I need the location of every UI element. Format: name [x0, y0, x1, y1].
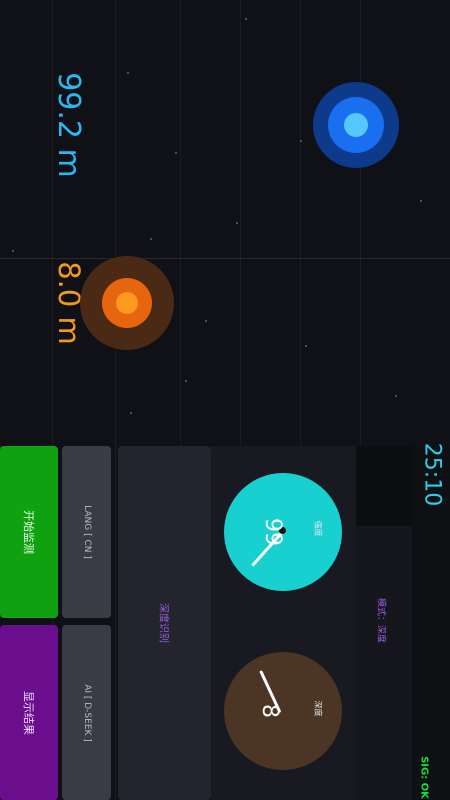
mode-label: 模式：深度: [375, 597, 386, 643]
start-monitor-button[interactable]: 开始监测: [0, 446, 58, 618]
noise-dot: [305, 345, 307, 347]
noise-dot: [175, 152, 177, 154]
blue-target-core: [344, 113, 368, 137]
orange-target-core: [116, 292, 138, 314]
depth-recognition-button[interactable]: 深度识别: [118, 446, 211, 800]
noise-dot: [420, 200, 422, 202]
signal-status: SIG: OK: [418, 756, 430, 799]
ai-model-button[interactable]: AI [ D-SEEK ]: [62, 625, 111, 800]
noise-dot: [245, 18, 247, 20]
depth-value: 8: [257, 704, 282, 718]
ai-model-label: AI [ D-SEEK ]: [81, 683, 92, 742]
session-timer: 25:10: [419, 442, 445, 507]
strength-caption: 强度: [313, 520, 323, 537]
depth-gauge: [224, 652, 342, 770]
noise-dot: [300, 140, 302, 142]
noise-dot: [205, 320, 207, 322]
app-screen: 99.2 m 8.0 m 开始监测 显示结果 LANG [ CN ] AI [ …: [0, 0, 450, 800]
grid-line: [115, 0, 116, 800]
show-result-button[interactable]: 显示结果: [0, 625, 58, 800]
language-button[interactable]: LANG [ CN ]: [62, 446, 111, 618]
noise-dot: [395, 395, 397, 397]
noise-dot: [236, 222, 238, 224]
noise-dot: [12, 250, 14, 252]
noise-dot: [150, 238, 152, 240]
noise-dot: [130, 412, 132, 414]
strength-value: 99: [260, 518, 285, 546]
start-monitor-label: 开始监测: [22, 510, 35, 554]
blue-target-distance: 99.2 m: [51, 72, 86, 178]
depth-recognition-label: 深度识别: [157, 603, 168, 643]
mode-strip-header: [356, 446, 412, 526]
show-result-label: 显示结果: [22, 690, 35, 735]
depth-caption: 深度: [313, 700, 323, 717]
language-label: LANG [ CN ]: [81, 505, 92, 559]
noise-dot: [185, 380, 187, 382]
noise-dot: [127, 72, 129, 74]
